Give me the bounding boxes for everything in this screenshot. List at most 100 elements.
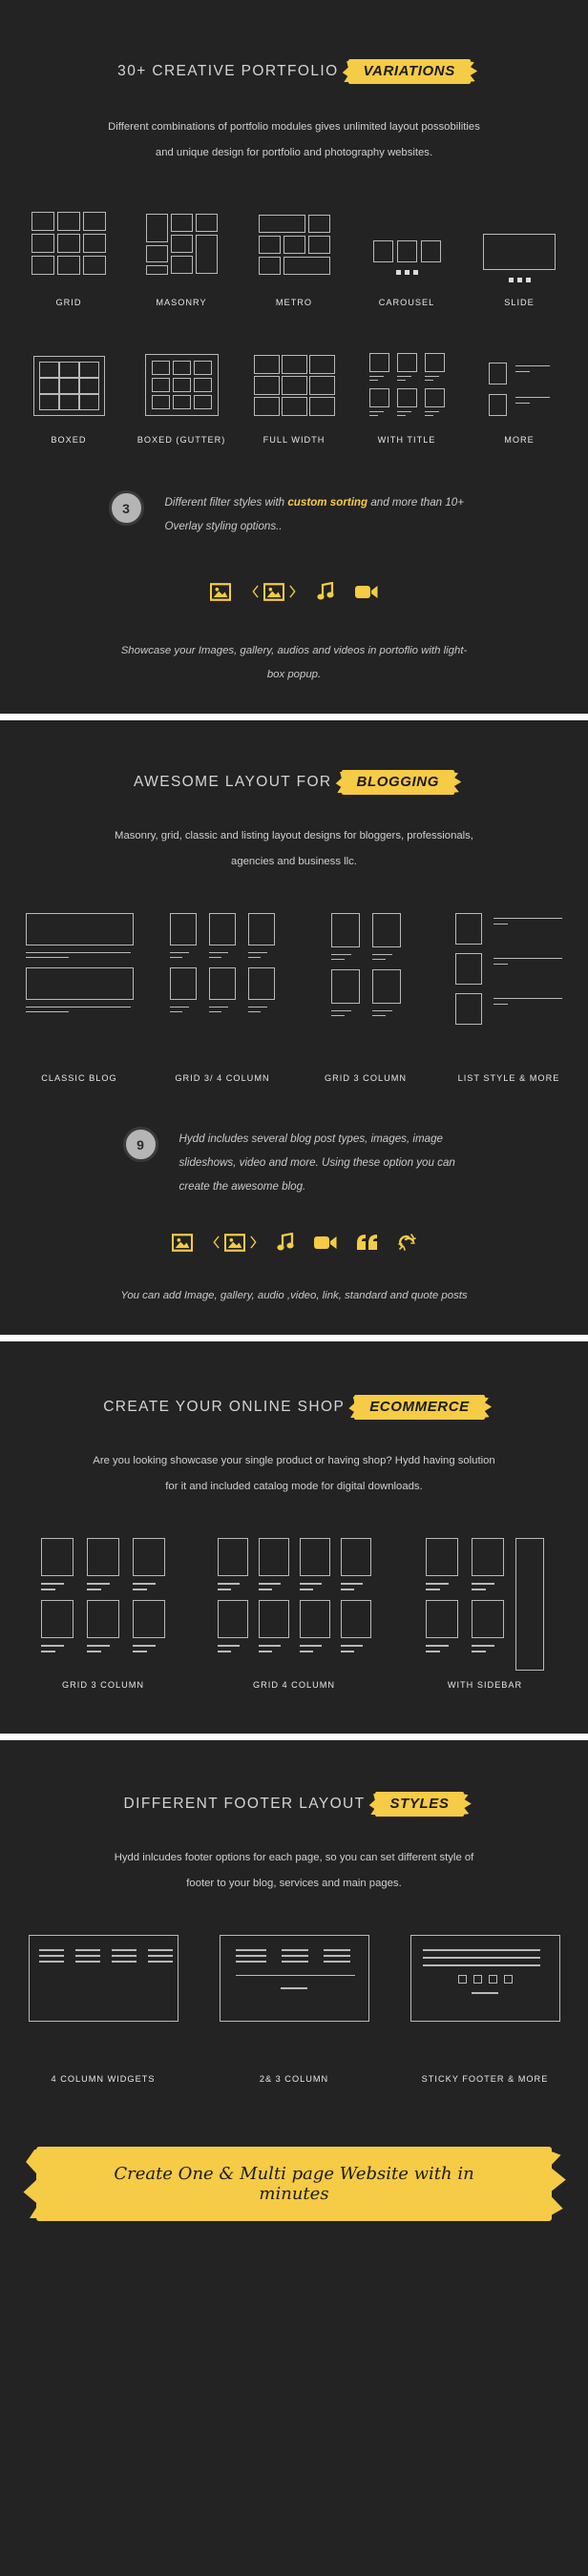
promo-page: 30+ CREATIVE PORTFOLIO VARIATIONS Differe… — [0, 0, 588, 2259]
quote-icon[interactable] — [356, 1234, 378, 1251]
blogging-subtitle: Masonry, grid, classic and listing layou… — [115, 830, 473, 867]
layout-card-carousel[interactable]: CAROUSEL — [350, 212, 463, 307]
video-icon[interactable] — [313, 1235, 337, 1251]
blog-card-list[interactable]: LIST STYLE & MORE — [437, 913, 580, 1083]
layout-card-label: MASONRY — [156, 298, 207, 307]
layout-card-label: FULL WIDTH — [262, 435, 326, 445]
footer-layout-heading-brush: STYLES — [374, 1792, 465, 1817]
shop-3-col-icon — [8, 1538, 199, 1652]
image-icon[interactable] — [210, 582, 231, 601]
blogging-layout-row: CLASSIC BLOG GRID 3/ 4 COLUMN GRID 3 COL… — [0, 913, 588, 1083]
shop-4-col-icon — [199, 1538, 389, 1652]
portfolio-heading: 30+ CREATIVE PORTFOLIO VARIATIONS — [0, 59, 588, 84]
with-title-icon — [350, 353, 463, 416]
layout-card-metro[interactable]: METRO — [238, 212, 350, 307]
ecommerce-heading-plain: CREATE YOUR ONLINE SHOP — [103, 1399, 346, 1415]
final-cta-ribbon[interactable]: Create One & Multi page Website with in … — [0, 2147, 588, 2221]
portfolio-layout-row-1: GRID MASONRY METRO CAROUSEL SLIDE — [0, 212, 588, 307]
ecommerce-subtitle: Are you looking showcase your single pro… — [93, 1455, 495, 1492]
boxed-gutter-icon — [125, 353, 238, 416]
layout-card-grid[interactable]: GRID — [12, 212, 125, 307]
list-style-icon — [437, 913, 580, 1025]
blog-card-label: LIST STYLE & MORE — [457, 1073, 560, 1083]
layout-card-slide[interactable]: SLIDE — [463, 219, 576, 307]
ecommerce-heading: CREATE YOUR ONLINE SHOP ECOMMERCE — [0, 1395, 588, 1420]
note-text: Hydd includes several blog post types, i… — [178, 1132, 455, 1193]
layout-card-boxed-gutter[interactable]: BOXED (GUTTER) — [125, 353, 238, 445]
footer-layout-subtitle: Hydd inlcudes footer options for each pa… — [114, 1852, 474, 1889]
blogging-media-icons — [0, 1233, 588, 1252]
grid-3-col-icon — [294, 913, 437, 1016]
portfolio-caption: Showcase your Images, gallery, audios an… — [120, 645, 468, 680]
masonry-icon — [125, 212, 238, 275]
audio-icon[interactable] — [276, 1233, 294, 1252]
note-text: Different filter styles with custom sort… — [164, 496, 464, 532]
blog-card-grid3[interactable]: GRID 3 COLUMN — [294, 913, 437, 1083]
portfolio-layout-row-2: BOXED BOXED (GUTTER) FULL WIDTH WITH TIT… — [0, 353, 588, 445]
layout-card-label: METRO — [275, 298, 313, 307]
blogging-heading-plain: AWESOME LAYOUT FOR — [134, 774, 332, 790]
layout-card-more[interactable]: MORE — [463, 353, 576, 445]
layout-card-label: BOXED (GUTTER) — [136, 435, 226, 445]
layout-card-label: WITH TITLE — [377, 435, 436, 445]
layout-card-label: BOXED — [51, 435, 87, 445]
footer-4col-icon — [8, 1935, 199, 2025]
boxed-icon — [12, 353, 125, 416]
footer-card-23col[interactable]: 2& 3 COLUMN — [199, 1935, 389, 2084]
blogging-note: 9 Hydd includes several blog post types,… — [0, 1127, 588, 1198]
gallery-icon[interactable] — [212, 1233, 257, 1252]
grid-3-4-col-icon — [151, 913, 294, 1012]
image-icon[interactable] — [171, 1233, 193, 1252]
footer-layout-heading: DIFFERENT FOOTER LAYOUT STYLES — [0, 1792, 588, 1817]
layout-card-label: SLIDE — [504, 298, 535, 307]
footer-layout-row: 4 COLUMN WIDGETS 2& 3 COLUMN STICKY FOOT… — [0, 1935, 588, 2084]
portfolio-heading-brush: VARIATIONS — [347, 59, 471, 84]
section-blogging: AWESOME LAYOUT FOR BLOGGING Masonry, grid… — [0, 720, 588, 1335]
footer-card-4col[interactable]: 4 COLUMN WIDGETS — [8, 1935, 199, 2084]
metro-icon — [238, 212, 350, 275]
blogging-heading: AWESOME LAYOUT FOR BLOGGING — [0, 770, 588, 795]
ecommerce-layout-row: GRID 3 COLUMN GRID 4 COLUMN WITH SIDEBAR — [0, 1538, 588, 1690]
portfolio-heading-plain: 30+ CREATIVE PORTFOLIO — [117, 63, 339, 79]
section-footer-layout: DIFFERENT FOOTER LAYOUT STYLES Hydd inlcu… — [0, 1740, 588, 2259]
section-portfolio: 30+ CREATIVE PORTFOLIO VARIATIONS Differe… — [0, 0, 588, 714]
link-icon[interactable] — [397, 1233, 417, 1252]
footer-23col-icon — [199, 1935, 389, 2025]
portfolio-media-icons — [0, 582, 588, 601]
layout-card-label: MORE — [504, 435, 535, 445]
full-width-icon — [238, 353, 350, 416]
slide-icon — [463, 219, 576, 282]
shop-card-label: WITH SIDEBAR — [447, 1680, 523, 1690]
blogging-heading-brush: BLOGGING — [341, 770, 454, 795]
layout-card-label: GRID — [55, 298, 82, 307]
footer-card-label: 4 COLUMN WIDGETS — [51, 2074, 156, 2084]
gallery-icon[interactable] — [252, 582, 296, 601]
section-divider — [0, 714, 588, 720]
blog-card-label: GRID 3 COLUMN — [325, 1073, 407, 1083]
layout-card-masonry[interactable]: MASONRY — [125, 212, 238, 307]
more-icon — [463, 353, 576, 416]
footer-sticky-icon — [389, 1935, 580, 2025]
shop-card-sidebar[interactable]: WITH SIDEBAR — [389, 1538, 580, 1690]
video-icon[interactable] — [355, 584, 378, 600]
ecommerce-heading-brush: ECOMMERCE — [354, 1395, 485, 1420]
layout-card-with-title[interactable]: WITH TITLE — [350, 353, 463, 445]
footer-card-sticky[interactable]: STICKY FOOTER & MORE — [389, 1935, 580, 2084]
shop-sidebar-icon — [389, 1538, 580, 1671]
section-divider — [0, 1335, 588, 1341]
shop-card-grid4[interactable]: GRID 4 COLUMN — [199, 1538, 389, 1690]
blogging-caption: You can add Image, gallery, audio ,video… — [120, 1290, 468, 1301]
classic-blog-icon — [8, 913, 151, 1012]
layout-card-boxed[interactable]: BOXED — [12, 353, 125, 445]
blog-card-classic[interactable]: CLASSIC BLOG — [8, 913, 151, 1083]
layout-card-full-width[interactable]: FULL WIDTH — [238, 353, 350, 445]
note-number-badge: 3 — [108, 490, 144, 526]
shop-card-label: GRID 4 COLUMN — [253, 1680, 335, 1690]
portfolio-subtitle: Different combinations of portfolio modu… — [108, 121, 480, 158]
shop-card-grid3[interactable]: GRID 3 COLUMN — [8, 1538, 199, 1690]
section-divider — [0, 1734, 588, 1740]
audio-icon[interactable] — [317, 582, 334, 601]
blog-card-grid34[interactable]: GRID 3/ 4 COLUMN — [151, 913, 294, 1083]
footer-layout-heading-plain: DIFFERENT FOOTER LAYOUT — [123, 1796, 366, 1812]
portfolio-note: 3 Different filter styles with custom so… — [0, 490, 588, 538]
